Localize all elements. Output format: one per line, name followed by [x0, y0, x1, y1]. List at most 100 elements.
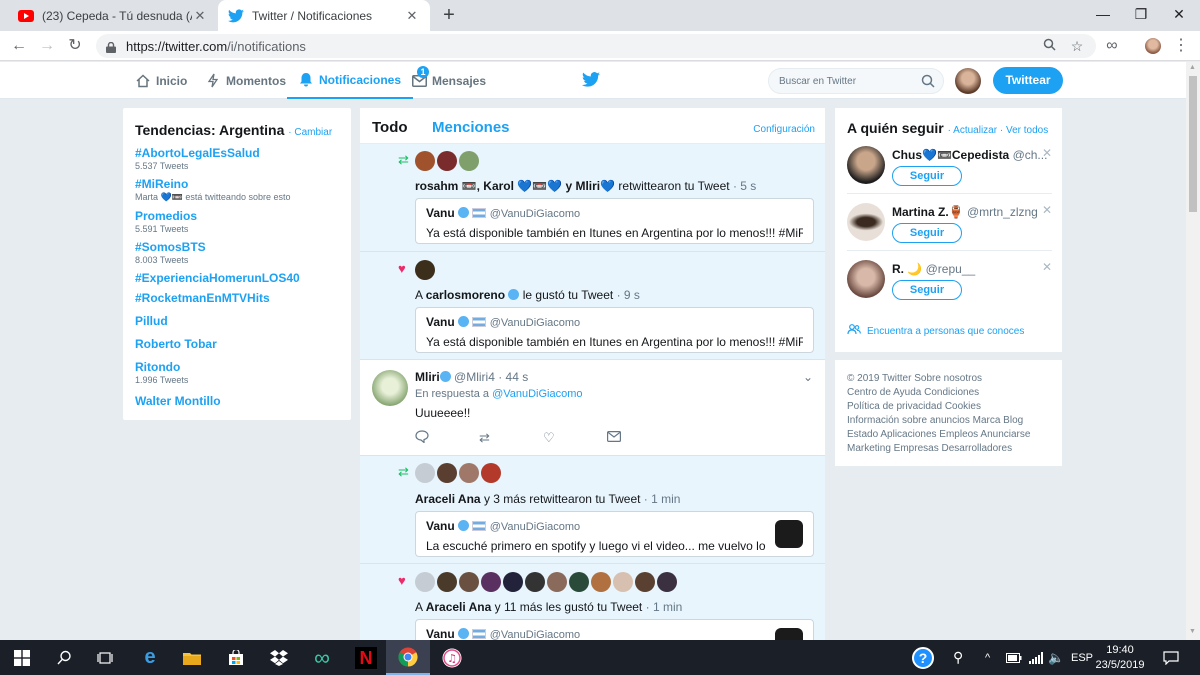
notification-item[interactable]: ♥ A carlosmoreno le gustó tu Tweet · 9 s…	[360, 252, 825, 360]
close-window-button[interactable]: ✕	[1160, 0, 1198, 31]
dismiss-icon[interactable]: ✕	[1042, 146, 1052, 160]
follow-button[interactable]: Seguir	[892, 223, 962, 243]
trend-item[interactable]: Pillud	[135, 314, 339, 328]
avatar[interactable]	[547, 572, 567, 592]
url-field[interactable]: https://twitter.com/i/notifications	[96, 34, 1096, 58]
avatar[interactable]	[847, 146, 885, 184]
file-explorer-icon[interactable]	[170, 640, 214, 675]
avatar[interactable]	[503, 572, 523, 592]
windows-start-icon[interactable]	[0, 640, 44, 675]
avatar[interactable]	[613, 572, 633, 592]
avatar[interactable]	[415, 260, 435, 280]
footer-line[interactable]: © 2019 Twitter Sobre nosotros	[847, 372, 1050, 386]
trend-name[interactable]: Promedios	[135, 209, 339, 223]
scrollbar-thumb[interactable]	[1189, 76, 1197, 212]
tweet-name[interactable]: Mliri	[415, 370, 440, 384]
trend-name[interactable]: Walter Montillo	[135, 394, 339, 408]
notification-users[interactable]: rosahm 📼, Karol 💙📼💙 y Mliri💙	[415, 179, 615, 193]
quoted-tweet-card[interactable]: Vanu @VanuDiGiacomo Ya está disponible t…	[415, 198, 814, 244]
suggested-user-name[interactable]: Chus💙📼Cepedista @ch...	[892, 148, 1047, 162]
trend-item[interactable]: Roberto Tobar	[135, 337, 339, 351]
dismiss-icon[interactable]: ✕	[1042, 260, 1052, 274]
tab-youtube[interactable]: (23) Cepeda - Tú desnuda (Acústi ✕	[8, 0, 218, 31]
system-clock[interactable]: 19:40 23/5/2019	[1092, 643, 1148, 673]
notification-item[interactable]: ♥ A Araceli Ana y 11 más les gustó tu Tw…	[360, 564, 825, 640]
chevron-down-icon[interactable]: ⌄	[803, 370, 813, 384]
trend-item[interactable]: #RocketmanEnMTVHits	[135, 291, 339, 305]
tab-all[interactable]: Todo	[372, 119, 408, 136]
scroll-up-icon[interactable]: ▲	[1189, 64, 1196, 71]
notification-users[interactable]: Araceli Ana	[426, 600, 492, 614]
trend-item[interactable]: Promedios 5.591 Tweets	[135, 209, 339, 234]
reply-tweet[interactable]: Mliri @Mliri4 · 44 s ⌄ En respuesta a @V…	[360, 360, 825, 456]
suggested-user-name[interactable]: Martina Z.🏺 @mrtn_zlzng	[892, 205, 1038, 219]
footer-line[interactable]: Centro de Ayuda Condiciones	[847, 386, 1050, 400]
avatar[interactable]	[372, 370, 408, 406]
trend-name[interactable]: #RocketmanEnMTVHits	[135, 291, 339, 305]
tweet-button[interactable]: Twittear	[993, 67, 1063, 94]
notification-item[interactable]: ⇄ rosahm 📼, Karol 💙📼💙 y Mliri💙 retwittea…	[360, 144, 825, 252]
avatar[interactable]	[415, 463, 435, 483]
edge-browser-icon[interactable]: e	[128, 640, 172, 675]
maximize-button[interactable]: ❐	[1122, 0, 1160, 31]
avatar[interactable]	[569, 572, 589, 592]
follow-button[interactable]: Seguir	[892, 166, 962, 186]
back-icon[interactable]: ←	[8, 35, 30, 57]
notification-users[interactable]: Araceli Ana	[415, 492, 481, 506]
minimize-button[interactable]: —	[1084, 0, 1122, 31]
trend-name[interactable]: Pillud	[135, 314, 339, 328]
chrome-menu-icon[interactable]: ⋮	[1170, 35, 1192, 57]
user-avatar[interactable]	[955, 68, 981, 94]
video-thumbnail[interactable]	[775, 628, 803, 640]
trend-name[interactable]: #MiReino	[135, 177, 339, 191]
footer-line[interactable]: Política de privacidad Cookies	[847, 400, 1050, 414]
footer-line[interactable]: Estado Aplicaciones Empleos Anunciarse	[847, 428, 1050, 442]
itunes-icon[interactable]: ♫	[430, 640, 474, 675]
page-scrollbar[interactable]: ▲ ▼	[1186, 62, 1200, 640]
trend-item[interactable]: #SomosBTS 8.003 Tweets	[135, 240, 339, 265]
store-icon[interactable]	[214, 640, 258, 675]
avatar[interactable]	[847, 260, 885, 298]
extension-infinity-icon[interactable]: ∞	[1101, 35, 1123, 57]
trend-name[interactable]: #ExperienciaHomerunLOS40	[135, 271, 339, 285]
retweet-action-icon[interactable]: ⇄	[479, 430, 543, 446]
reply-icon[interactable]	[415, 430, 479, 446]
avatar[interactable]	[437, 151, 457, 171]
tweet-handle[interactable]: @Mliri4	[454, 370, 495, 384]
volume-icon[interactable]: 🔈	[1048, 640, 1064, 675]
direct-message-icon[interactable]	[607, 430, 671, 446]
avatar[interactable]	[481, 463, 501, 483]
avatar[interactable]	[459, 463, 479, 483]
trend-item[interactable]: Ritondo 1.996 Tweets	[135, 360, 339, 385]
notification-users[interactable]: carlosmoreno	[426, 288, 505, 302]
notification-item[interactable]: ⇄ Araceli Ana y 3 más retwittearon tu Tw…	[360, 456, 825, 564]
avatar[interactable]	[591, 572, 611, 592]
avatar[interactable]	[847, 203, 885, 241]
netflix-icon[interactable]: N	[344, 640, 388, 675]
new-tab-button[interactable]: +	[438, 4, 460, 26]
search-input[interactable]: Buscar en Twitter	[768, 68, 944, 94]
forward-icon[interactable]: →	[36, 35, 58, 57]
trend-name[interactable]: Ritondo	[135, 360, 339, 374]
video-thumbnail[interactable]	[775, 520, 803, 548]
network-icon[interactable]	[1029, 640, 1043, 675]
trend-item[interactable]: #AbortoLegalEsSalud 5.537 Tweets	[135, 146, 339, 171]
follow-button[interactable]: Seguir	[892, 280, 962, 300]
profile-avatar-icon[interactable]	[1142, 35, 1164, 57]
footer-line[interactable]: Marketing Empresas Desarrolladores	[847, 442, 1050, 456]
like-icon[interactable]: ♡	[543, 430, 607, 446]
settings-link[interactable]: Configuración	[753, 124, 815, 135]
twitter-logo-icon[interactable]	[582, 72, 600, 90]
quoted-tweet-card[interactable]: Vanu @VanuDiGiacomo Ya está disponible t…	[415, 307, 814, 353]
trend-item[interactable]: #MiReino Marta 💙📼 está twitteando sobre e…	[135, 177, 339, 203]
scroll-down-icon[interactable]: ▼	[1189, 628, 1196, 635]
tab-twitter-notifications[interactable]: Twitter / Notificaciones ✕	[218, 0, 430, 31]
refresh-view-all-links[interactable]: · Actualizar · Ver todos	[948, 125, 1049, 136]
trend-item[interactable]: Walter Montillo	[135, 394, 339, 408]
close-tab-icon[interactable]: ✕	[404, 8, 420, 24]
avatar[interactable]	[415, 572, 435, 592]
avatar[interactable]	[459, 572, 479, 592]
battery-icon[interactable]	[1006, 640, 1022, 675]
search-taskbar-icon[interactable]	[42, 640, 86, 675]
infinity-app-icon[interactable]: ∞	[300, 640, 344, 675]
